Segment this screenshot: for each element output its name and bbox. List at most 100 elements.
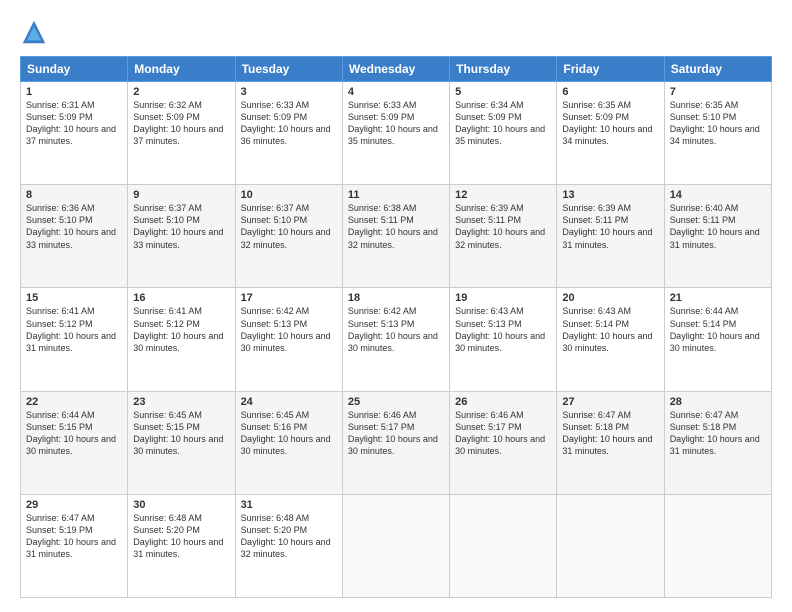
table-row: 3 Sunrise: 6:33 AMSunset: 5:09 PMDaylight… (235, 82, 342, 185)
day-info: Sunrise: 6:47 AMSunset: 5:18 PMDaylight:… (670, 410, 760, 456)
table-row: 5 Sunrise: 6:34 AMSunset: 5:09 PMDaylight… (450, 82, 557, 185)
day-info: Sunrise: 6:39 AMSunset: 5:11 PMDaylight:… (562, 203, 652, 249)
col-header-saturday: Saturday (664, 57, 771, 82)
table-row (557, 494, 664, 597)
day-info: Sunrise: 6:47 AMSunset: 5:19 PMDaylight:… (26, 513, 116, 559)
table-row: 26 Sunrise: 6:46 AMSunset: 5:17 PMDayligh… (450, 391, 557, 494)
day-info: Sunrise: 6:43 AMSunset: 5:14 PMDaylight:… (562, 306, 652, 352)
week-row-1: 1Sunrise: 6:31 AMSunset: 5:09 PMDaylight… (21, 82, 772, 185)
calendar: SundayMondayTuesdayWednesdayThursdayFrid… (20, 56, 772, 598)
day-number: 8 (26, 189, 122, 201)
table-row: 23 Sunrise: 6:45 AMSunset: 5:15 PMDayligh… (128, 391, 235, 494)
day-info: Sunrise: 6:45 AMSunset: 5:16 PMDaylight:… (241, 410, 331, 456)
table-row: 12 Sunrise: 6:39 AMSunset: 5:11 PMDayligh… (450, 185, 557, 288)
col-header-sunday: Sunday (21, 57, 128, 82)
day-number: 13 (562, 189, 658, 201)
day-number: 6 (562, 86, 658, 98)
day-info: Sunrise: 6:40 AMSunset: 5:11 PMDaylight:… (670, 203, 760, 249)
day-number: 27 (562, 396, 658, 408)
table-row: 22 Sunrise: 6:44 AMSunset: 5:15 PMDayligh… (21, 391, 128, 494)
day-number: 19 (455, 292, 551, 304)
logo-icon (20, 18, 48, 46)
table-row: 31Sunrise: 6:48 AMSunset: 5:20 PMDayligh… (235, 494, 342, 597)
day-info: Sunrise: 6:39 AMSunset: 5:11 PMDaylight:… (455, 203, 545, 249)
day-number: 22 (26, 396, 122, 408)
table-row: 14 Sunrise: 6:40 AMSunset: 5:11 PMDayligh… (664, 185, 771, 288)
table-row: 28Sunrise: 6:47 AMSunset: 5:18 PMDayligh… (664, 391, 771, 494)
day-info: Sunrise: 6:33 AMSunset: 5:09 PMDaylight:… (241, 100, 331, 146)
day-number: 1 (26, 86, 122, 98)
col-header-friday: Friday (557, 57, 664, 82)
calendar-table: SundayMondayTuesdayWednesdayThursdayFrid… (20, 56, 772, 598)
table-row: 27 Sunrise: 6:47 AMSunset: 5:18 PMDayligh… (557, 391, 664, 494)
day-info: Sunrise: 6:38 AMSunset: 5:11 PMDaylight:… (348, 203, 438, 249)
day-info: Sunrise: 6:42 AMSunset: 5:13 PMDaylight:… (348, 306, 438, 352)
day-info: Sunrise: 6:48 AMSunset: 5:20 PMDaylight:… (133, 513, 223, 559)
day-info: Sunrise: 6:33 AMSunset: 5:09 PMDaylight:… (348, 100, 438, 146)
day-number: 26 (455, 396, 551, 408)
table-row: 13 Sunrise: 6:39 AMSunset: 5:11 PMDayligh… (557, 185, 664, 288)
day-number: 3 (241, 86, 337, 98)
table-row: 1Sunrise: 6:31 AMSunset: 5:09 PMDaylight… (21, 82, 128, 185)
day-info: Sunrise: 6:35 AMSunset: 5:10 PMDaylight:… (670, 100, 760, 146)
day-info: Sunrise: 6:43 AMSunset: 5:13 PMDaylight:… (455, 306, 545, 352)
day-info: Sunrise: 6:42 AMSunset: 5:13 PMDaylight:… (241, 306, 331, 352)
day-number: 9 (133, 189, 229, 201)
day-info: Sunrise: 6:35 AMSunset: 5:09 PMDaylight:… (562, 100, 652, 146)
day-number: 24 (241, 396, 337, 408)
day-info: Sunrise: 6:41 AMSunset: 5:12 PMDaylight:… (26, 306, 116, 352)
day-number: 5 (455, 86, 551, 98)
day-number: 11 (348, 189, 444, 201)
table-row (342, 494, 449, 597)
table-row: 24 Sunrise: 6:45 AMSunset: 5:16 PMDayligh… (235, 391, 342, 494)
day-info: Sunrise: 6:41 AMSunset: 5:12 PMDaylight:… (133, 306, 223, 352)
day-number: 2 (133, 86, 229, 98)
calendar-header-row: SundayMondayTuesdayWednesdayThursdayFrid… (21, 57, 772, 82)
table-row (664, 494, 771, 597)
table-row: 7 Sunrise: 6:35 AMSunset: 5:10 PMDaylight… (664, 82, 771, 185)
day-info: Sunrise: 6:37 AMSunset: 5:10 PMDaylight:… (241, 203, 331, 249)
day-number: 21 (670, 292, 766, 304)
table-row: 21 Sunrise: 6:44 AMSunset: 5:14 PMDayligh… (664, 288, 771, 391)
day-info: Sunrise: 6:44 AMSunset: 5:14 PMDaylight:… (670, 306, 760, 352)
day-number: 31 (241, 499, 337, 511)
table-row: 16Sunrise: 6:41 AMSunset: 5:12 PMDayligh… (128, 288, 235, 391)
col-header-thursday: Thursday (450, 57, 557, 82)
day-number: 10 (241, 189, 337, 201)
day-info: Sunrise: 6:34 AMSunset: 5:09 PMDaylight:… (455, 100, 545, 146)
day-number: 18 (348, 292, 444, 304)
day-number: 7 (670, 86, 766, 98)
day-number: 17 (241, 292, 337, 304)
col-header-tuesday: Tuesday (235, 57, 342, 82)
col-header-wednesday: Wednesday (342, 57, 449, 82)
week-row-2: 8Sunrise: 6:36 AMSunset: 5:10 PMDaylight… (21, 185, 772, 288)
logo (20, 18, 52, 46)
day-number: 12 (455, 189, 551, 201)
col-header-monday: Monday (128, 57, 235, 82)
table-row: 8Sunrise: 6:36 AMSunset: 5:10 PMDaylight… (21, 185, 128, 288)
table-row: 11 Sunrise: 6:38 AMSunset: 5:11 PMDayligh… (342, 185, 449, 288)
day-number: 29 (26, 499, 122, 511)
table-row: 10 Sunrise: 6:37 AMSunset: 5:10 PMDayligh… (235, 185, 342, 288)
day-info: Sunrise: 6:47 AMSunset: 5:18 PMDaylight:… (562, 410, 652, 456)
week-row-4: 22 Sunrise: 6:44 AMSunset: 5:15 PMDayligh… (21, 391, 772, 494)
day-number: 14 (670, 189, 766, 201)
table-row: 18 Sunrise: 6:42 AMSunset: 5:13 PMDayligh… (342, 288, 449, 391)
table-row: 17 Sunrise: 6:42 AMSunset: 5:13 PMDayligh… (235, 288, 342, 391)
day-info: Sunrise: 6:44 AMSunset: 5:15 PMDaylight:… (26, 410, 116, 456)
day-info: Sunrise: 6:46 AMSunset: 5:17 PMDaylight:… (348, 410, 438, 456)
table-row: 4Sunrise: 6:33 AMSunset: 5:09 PMDaylight… (342, 82, 449, 185)
day-number: 20 (562, 292, 658, 304)
page: SundayMondayTuesdayWednesdayThursdayFrid… (0, 0, 792, 612)
day-number: 23 (133, 396, 229, 408)
table-row (450, 494, 557, 597)
table-row: 20 Sunrise: 6:43 AMSunset: 5:14 PMDayligh… (557, 288, 664, 391)
week-row-3: 15Sunrise: 6:41 AMSunset: 5:12 PMDayligh… (21, 288, 772, 391)
table-row: 19 Sunrise: 6:43 AMSunset: 5:13 PMDayligh… (450, 288, 557, 391)
table-row: 25Sunrise: 6:46 AMSunset: 5:17 PMDayligh… (342, 391, 449, 494)
day-info: Sunrise: 6:45 AMSunset: 5:15 PMDaylight:… (133, 410, 223, 456)
table-row: 6 Sunrise: 6:35 AMSunset: 5:09 PMDaylight… (557, 82, 664, 185)
day-number: 30 (133, 499, 229, 511)
day-info: Sunrise: 6:46 AMSunset: 5:17 PMDaylight:… (455, 410, 545, 456)
table-row: 30 Sunrise: 6:48 AMSunset: 5:20 PMDayligh… (128, 494, 235, 597)
